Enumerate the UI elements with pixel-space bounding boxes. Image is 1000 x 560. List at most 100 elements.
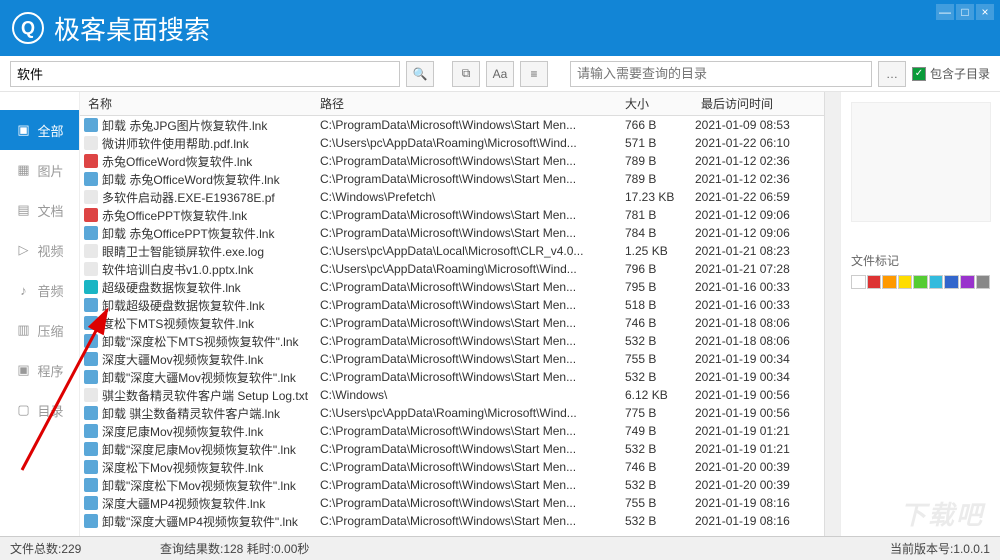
table-row[interactable]: 骐尘数备精灵软件客户端 Setup Log.txtC:\Windows\6.12… — [80, 386, 824, 404]
cell-size: 784 B — [625, 226, 695, 240]
cell-time: 2021-01-20 00:39 — [695, 460, 820, 474]
table-row[interactable]: 微讲师软件使用帮助.pdf.lnkC:\Users\pc\AppData\Roa… — [80, 134, 824, 152]
cell-path: C:\ProgramData\Microsoft\Windows\Start M… — [320, 514, 625, 528]
col-time-header[interactable]: 最后访问时间 — [695, 95, 824, 112]
cell-size: 518 B — [625, 298, 695, 312]
cell-name: 深度大疆MP4视频恢复软件.lnk — [102, 495, 320, 512]
tag-color-swatch[interactable] — [929, 275, 944, 289]
file-icon — [84, 388, 98, 402]
scrollbar[interactable] — [824, 92, 840, 536]
sidebar-tab-5[interactable]: ▥压缩 — [0, 310, 79, 350]
tag-color-swatch[interactable] — [851, 275, 866, 289]
cell-path: C:\ProgramData\Microsoft\Windows\Start M… — [320, 298, 625, 312]
table-row[interactable]: 卸载超级硬盘数据恢复软件.lnkC:\ProgramData\Microsoft… — [80, 296, 824, 314]
tag-color-swatch[interactable] — [944, 275, 959, 289]
cell-path: C:\ProgramData\Microsoft\Windows\Start M… — [320, 370, 625, 384]
search-button[interactable]: 🔍 — [406, 61, 434, 87]
table-row[interactable]: 赤兔OfficePPT恢复软件.lnkC:\ProgramData\Micros… — [80, 206, 824, 224]
cell-time: 2021-01-18 08:06 — [695, 316, 820, 330]
cell-name: 眼睛卫士智能锁屏软件.exe.log — [102, 243, 320, 260]
cell-time: 2021-01-16 00:33 — [695, 280, 820, 294]
sidebar-tab-3[interactable]: ▷视频 — [0, 230, 79, 270]
sidebar-tab-7[interactable]: ▢目录 — [0, 390, 79, 430]
tag-color-swatch[interactable] — [867, 275, 882, 289]
col-name-header[interactable]: 名称 — [80, 95, 320, 112]
col-size-header[interactable]: 大小 — [625, 95, 695, 112]
cell-path: C:\ProgramData\Microsoft\Windows\Start M… — [320, 316, 625, 330]
cell-time: 2021-01-19 00:56 — [695, 406, 820, 420]
tag-color-swatch[interactable] — [882, 275, 897, 289]
sidebar-tab-label: 压缩 — [37, 321, 63, 340]
cell-time: 2021-01-12 09:06 — [695, 226, 820, 240]
table-row[interactable]: 深度尼康Mov视频恢复软件.lnkC:\ProgramData\Microsof… — [80, 422, 824, 440]
copy-button[interactable]: ⧉ — [452, 61, 480, 87]
cell-path: C:\ProgramData\Microsoft\Windows\Start M… — [320, 478, 625, 492]
search-input[interactable] — [10, 61, 400, 87]
sidebar-tab-label: 音频 — [37, 281, 63, 300]
sidebar-tab-0[interactable]: ▣全部 — [0, 110, 79, 150]
folder-icon: ▣ — [15, 122, 31, 138]
cell-time: 2021-01-21 07:28 — [695, 262, 820, 276]
tag-color-swatch[interactable] — [913, 275, 928, 289]
table-row[interactable]: 度松下MTS视频恢复软件.lnkC:\ProgramData\Microsoft… — [80, 314, 824, 332]
case-button[interactable]: Aa — [486, 61, 514, 87]
minimize-button[interactable]: — — [936, 4, 954, 20]
cell-time: 2021-01-12 02:36 — [695, 172, 820, 186]
filter-button[interactable]: ≡ — [520, 61, 548, 87]
table-row[interactable]: 卸载 赤兔OfficePPT恢复软件.lnkC:\ProgramData\Mic… — [80, 224, 824, 242]
cell-size: 532 B — [625, 334, 695, 348]
maximize-button[interactable]: □ — [956, 4, 974, 20]
cell-name: 软件培训白皮书v1.0.pptx.lnk — [102, 261, 320, 278]
table-row[interactable]: 卸载 赤兔JPG图片恢复软件.lnkC:\ProgramData\Microso… — [80, 116, 824, 134]
table-row[interactable]: 深度松下Mov视频恢复软件.lnkC:\ProgramData\Microsof… — [80, 458, 824, 476]
tag-color-swatch[interactable] — [976, 275, 991, 289]
titlebar: Q 极客桌面搜索 — □ × — [0, 0, 1000, 56]
table-row[interactable]: 赤兔OfficeWord恢复软件.lnkC:\ProgramData\Micro… — [80, 152, 824, 170]
directory-input[interactable] — [570, 61, 872, 87]
sidebar-tab-label: 目录 — [37, 401, 63, 420]
table-row[interactable]: 多软件启动器.EXE-E193678E.pfC:\Windows\Prefetc… — [80, 188, 824, 206]
browse-dir-button[interactable]: … — [878, 61, 906, 87]
file-icon — [84, 136, 98, 150]
cell-path: C:\ProgramData\Microsoft\Windows\Start M… — [320, 334, 625, 348]
file-icon — [84, 496, 98, 510]
cell-path: C:\ProgramData\Microsoft\Windows\Start M… — [320, 172, 625, 186]
table-row[interactable]: 卸载"深度尼康Mov视频恢复软件".lnkC:\ProgramData\Micr… — [80, 440, 824, 458]
cell-time: 2021-01-19 01:21 — [695, 424, 820, 438]
table-row[interactable]: 卸载"深度松下Mov视频恢复软件".lnkC:\ProgramData\Micr… — [80, 476, 824, 494]
table-row[interactable]: 卸载 骐尘数备精灵软件客户端.lnkC:\Users\pc\AppData\Ro… — [80, 404, 824, 422]
table-row[interactable]: 超级硬盘数据恢复软件.lnkC:\ProgramData\Microsoft\W… — [80, 278, 824, 296]
sidebar-tab-4[interactable]: ♪音频 — [0, 270, 79, 310]
table-row[interactable]: 卸载"深度松下MTS视频恢复软件".lnkC:\ProgramData\Micr… — [80, 332, 824, 350]
cell-name: 深度大疆Mov视频恢复软件.lnk — [102, 351, 320, 368]
close-button[interactable]: × — [976, 4, 994, 20]
file-icon — [84, 406, 98, 420]
table-row[interactable]: 卸载"深度大疆MP4视频恢复软件".lnkC:\ProgramData\Micr… — [80, 512, 824, 530]
sidebar-tab-2[interactable]: ▤文档 — [0, 190, 79, 230]
table-row[interactable]: 软件培训白皮书v1.0.pptx.lnkC:\Users\pc\AppData\… — [80, 260, 824, 278]
table-row[interactable]: 卸载 赤兔OfficeWord恢复软件.lnkC:\ProgramData\Mi… — [80, 170, 824, 188]
cell-size: 532 B — [625, 478, 695, 492]
cell-time: 2021-01-22 06:59 — [695, 190, 820, 204]
cell-path: C:\Windows\Prefetch\ — [320, 190, 625, 204]
cell-path: C:\ProgramData\Microsoft\Windows\Start M… — [320, 460, 625, 474]
cell-name: 卸载"深度尼康Mov视频恢复软件".lnk — [102, 441, 320, 458]
table-row[interactable]: 深度大疆Mov视频恢复软件.lnkC:\ProgramData\Microsof… — [80, 350, 824, 368]
table-row[interactable]: 卸载"深度大疆Mov视频恢复软件".lnkC:\ProgramData\Micr… — [80, 368, 824, 386]
file-icon — [84, 478, 98, 492]
include-subdir-checkbox[interactable]: ✓ 包含子目录 — [912, 65, 990, 82]
search-toolbar: 🔍 ⧉ Aa ≡ … ✓ 包含子目录 — [0, 56, 1000, 92]
sidebar-tab-1[interactable]: ▦图片 — [0, 150, 79, 190]
cell-path: C:\Windows\ — [320, 388, 625, 402]
file-icon — [84, 226, 98, 240]
cell-size: 17.23 KB — [625, 190, 695, 204]
table-row[interactable]: 眼睛卫士智能锁屏软件.exe.logC:\Users\pc\AppData\Lo… — [80, 242, 824, 260]
table-row[interactable]: 深度大疆MP4视频恢复软件.lnkC:\ProgramData\Microsof… — [80, 494, 824, 512]
tag-color-swatch[interactable] — [898, 275, 913, 289]
sidebar-tab-6[interactable]: ▣程序 — [0, 350, 79, 390]
cell-size: 755 B — [625, 352, 695, 366]
cell-size: 532 B — [625, 370, 695, 384]
col-path-header[interactable]: 路径 — [320, 95, 625, 112]
tag-color-swatch[interactable] — [960, 275, 975, 289]
cell-time: 2021-01-22 06:10 — [695, 136, 820, 150]
